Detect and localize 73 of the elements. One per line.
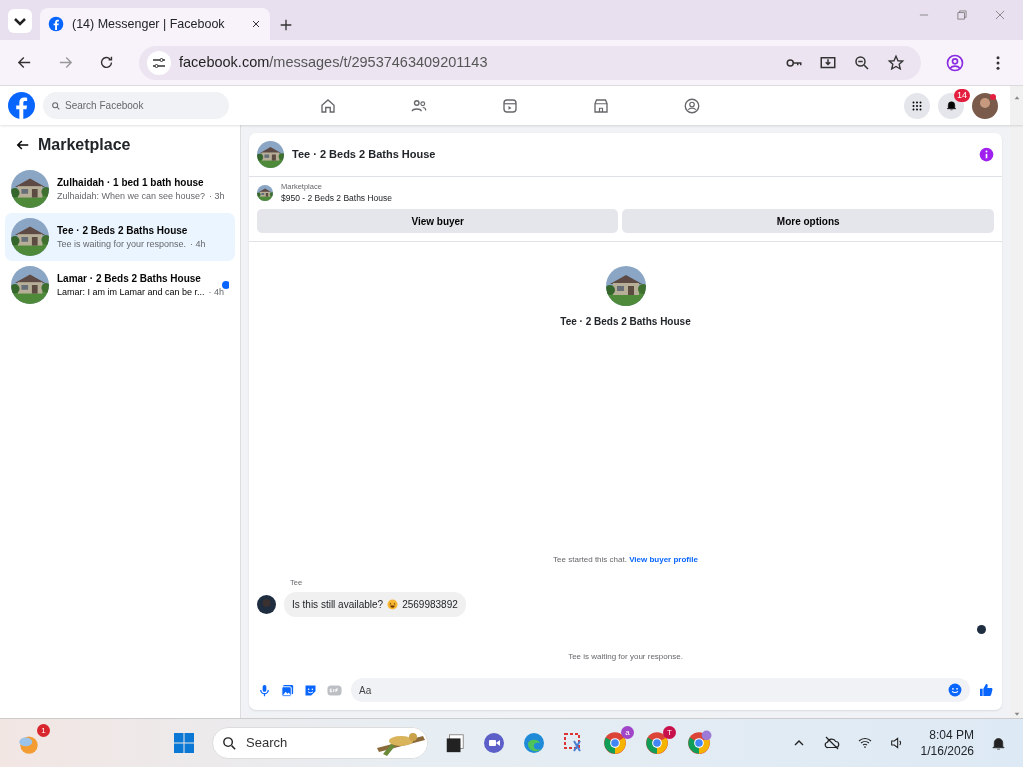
chrome-icon[interactable] bbox=[644, 730, 670, 756]
message-text: 2569983892 bbox=[402, 598, 458, 612]
conversation-title: Zulhaidah · 1 bed 1 bath house bbox=[57, 175, 205, 190]
reload-icon[interactable] bbox=[98, 54, 115, 71]
video-icon[interactable] bbox=[501, 96, 519, 115]
groups-icon[interactable] bbox=[683, 96, 701, 115]
address-bar[interactable]: facebook.com/messages/t/29537463409201143 bbox=[139, 45, 921, 80]
back-icon[interactable] bbox=[16, 54, 33, 71]
info-icon[interactable] bbox=[979, 147, 994, 162]
profile-badge: a bbox=[621, 726, 634, 739]
start-icon[interactable] bbox=[172, 731, 196, 755]
profile-badge: T bbox=[663, 726, 676, 739]
microphone-icon[interactable] bbox=[257, 682, 272, 698]
conversation-item[interactable]: Tee · 2 Beds 2 Baths House Tee is waiting for your response. · 4h bbox=[5, 213, 235, 261]
zoom-out-icon[interactable] bbox=[853, 53, 871, 72]
store-icon[interactable] bbox=[592, 96, 610, 115]
video-call-icon[interactable] bbox=[482, 731, 506, 755]
action-button[interactable]: View buyer bbox=[257, 209, 619, 233]
weather-badge: 1 bbox=[37, 724, 50, 737]
account-avatar[interactable] bbox=[972, 92, 998, 119]
notification-count: 14 bbox=[954, 88, 970, 102]
emoji-icon[interactable] bbox=[948, 683, 962, 697]
message-time: · 4h bbox=[190, 237, 206, 251]
profile-name: Tee · 2 Beds 2 Baths House bbox=[560, 315, 691, 329]
listing-title: $950 - 2 Beds 2 Baths House bbox=[281, 192, 393, 205]
restore-icon[interactable] bbox=[955, 8, 969, 22]
message-time: · 3h bbox=[209, 189, 225, 203]
view-profile-link[interactable]: View buyer profile bbox=[629, 554, 698, 564]
star-icon[interactable] bbox=[887, 53, 905, 72]
conversation-item[interactable]: Lamar · 2 Beds 2 Baths House Lamar: I am im Lamar and can be r... · 4h bbox=[5, 261, 235, 309]
photo-icon[interactable] bbox=[280, 682, 295, 698]
sidebar-title: Marketplace bbox=[38, 135, 131, 155]
conversation-title: Tee · 2 Beds 2 Baths House bbox=[57, 223, 189, 238]
chrome-profile-icon[interactable] bbox=[686, 730, 712, 756]
scroll-up-icon[interactable] bbox=[1012, 94, 1021, 102]
grid-icon bbox=[911, 99, 923, 112]
profile-icon[interactable] bbox=[945, 52, 965, 73]
waiting-note: Tee is waiting for your response. bbox=[568, 652, 683, 661]
cloud-offline-icon[interactable] bbox=[822, 734, 841, 752]
action-button[interactable]: More options bbox=[622, 209, 994, 233]
search-field[interactable]: Search Facebook bbox=[43, 92, 229, 119]
chrome-icon[interactable] bbox=[602, 730, 628, 756]
system-note: Tee started this chat. View buyer profile bbox=[553, 554, 698, 564]
message-preview: Tee is waiting for your response. bbox=[57, 237, 187, 251]
browser-tab[interactable]: (14) Messenger | Facebook bbox=[40, 8, 270, 40]
search-icon bbox=[51, 100, 61, 111]
message-preview: Zulhaidah: When we can see house? bbox=[57, 189, 206, 203]
edge-icon[interactable] bbox=[522, 731, 546, 755]
taskbar-search[interactable]: Search bbox=[212, 727, 428, 759]
message-text: Is this still available? bbox=[292, 598, 384, 612]
forward-icon[interactable] bbox=[57, 54, 74, 71]
close-icon[interactable] bbox=[250, 18, 262, 30]
thumbs-up-icon[interactable] bbox=[978, 682, 994, 698]
wifi-icon[interactable] bbox=[856, 735, 873, 751]
back-arrow-icon[interactable] bbox=[16, 138, 30, 152]
menu-button[interactable] bbox=[904, 92, 930, 119]
conversation-title: Lamar · 2 Beds 2 Baths House bbox=[57, 271, 202, 286]
chat-title: Tee · 2 Beds 2 Baths House bbox=[292, 147, 437, 163]
site-settings-icon[interactable] bbox=[147, 50, 171, 75]
laughing-emoji-icon bbox=[387, 599, 399, 610]
message-input[interactable]: Aa bbox=[351, 678, 970, 702]
bell-icon bbox=[944, 99, 958, 112]
seen-avatar bbox=[977, 625, 986, 634]
facebook-logo-icon[interactable] bbox=[8, 92, 35, 119]
clock[interactable]: 8:04 PM 1/16/2026 bbox=[920, 727, 974, 759]
task-view-icon[interactable] bbox=[444, 732, 466, 754]
tab-list-icon[interactable] bbox=[8, 8, 32, 33]
sender-avatar bbox=[257, 595, 276, 614]
message-time: · 4h bbox=[208, 285, 225, 299]
facebook-icon bbox=[48, 16, 64, 32]
message-preview: Lamar: I am im Lamar and can be r... bbox=[57, 285, 205, 299]
search-icon bbox=[221, 734, 238, 752]
conversation-item[interactable]: Zulhaidah · 1 bed 1 bath house Zulhaidah: When we can see house? · 3h bbox=[5, 165, 235, 213]
